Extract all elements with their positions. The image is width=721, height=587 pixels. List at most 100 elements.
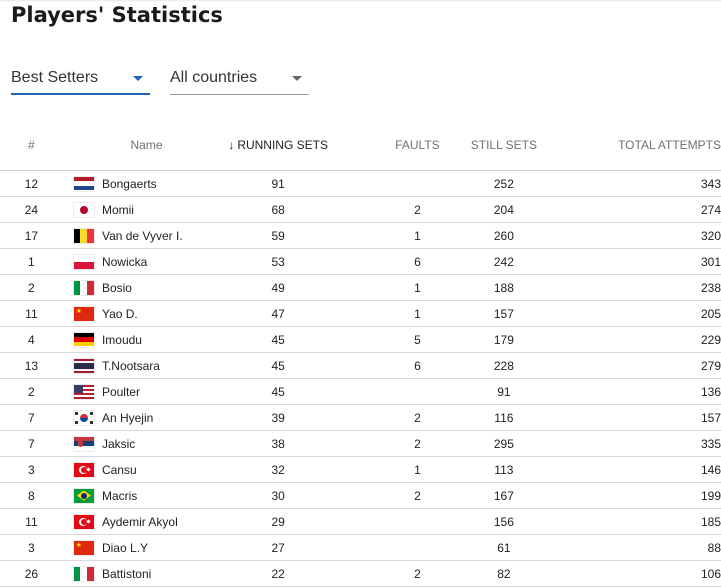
still-sets-cell: 204 [439, 196, 569, 223]
table-row[interactable]: 2 Poulter 45 91 136 [0, 378, 721, 405]
metric-select-value: Best Setters [11, 69, 99, 86]
page-title: Players' Statistics [11, 3, 223, 27]
faults-cell [365, 534, 440, 561]
faults-cell: 1 [365, 300, 440, 327]
still-sets-cell: 260 [439, 222, 569, 249]
faults-cell [365, 378, 440, 405]
table-row[interactable]: 26 Battistoni 22 2 82 106 [0, 560, 721, 587]
total-attempts-cell: 320 [568, 222, 721, 249]
rank-cell: 3 [0, 534, 63, 561]
table-row[interactable]: 1 Nowicka 53 6 242 301 [0, 248, 721, 275]
germany-flag-icon [62, 326, 102, 353]
player-name[interactable]: Bosio [101, 274, 192, 301]
col-header-total-attempts[interactable]: TOTAL ATTEMPTS [568, 120, 721, 171]
total-attempts-cell: 335 [568, 430, 721, 457]
china-flag-icon: ★ [62, 534, 102, 561]
table-row[interactable]: 13 T.Nootsara 45 6 228 279 [0, 352, 721, 379]
player-name[interactable]: Diao L.Y [101, 534, 192, 561]
japan-flag-icon [62, 196, 102, 223]
col-header-rank-label: # [28, 138, 35, 152]
player-name[interactable]: Van de Vyver I. [101, 222, 192, 249]
total-attempts-cell: 301 [568, 248, 721, 275]
total-attempts-cell: 229 [568, 326, 721, 353]
table-row[interactable]: 8 Macris 30 2 167 199 [0, 482, 721, 509]
still-sets-cell: 157 [439, 300, 569, 327]
faults-cell: 1 [365, 456, 440, 483]
arrow-down-icon: ↓ [228, 138, 235, 152]
rank-cell: 1 [0, 248, 63, 275]
player-name[interactable]: Nowicka [101, 248, 192, 275]
table-row[interactable]: 12 Bongaerts 91 252 343 [0, 170, 721, 197]
rank-cell: 11 [0, 300, 63, 327]
total-attempts-cell: 238 [568, 274, 721, 301]
table-row[interactable]: 24 Momii 68 2 204 274 [0, 196, 721, 223]
table-row[interactable]: 2 Bosio 49 1 188 238 [0, 274, 721, 301]
country-select[interactable]: All countries [170, 66, 309, 95]
still-sets-cell: 82 [439, 560, 569, 587]
col-header-name[interactable]: Name [101, 120, 192, 171]
running-sets-cell: 32 [191, 456, 366, 483]
running-sets-cell: 45 [191, 352, 366, 379]
rank-cell: 24 [0, 196, 63, 223]
metric-select[interactable]: Best Setters [11, 66, 150, 95]
thailand-flag-icon [62, 352, 102, 379]
col-header-flag [62, 120, 102, 171]
rank-cell: 7 [0, 430, 63, 457]
col-header-faults[interactable]: FAULTS [365, 120, 440, 171]
table-row[interactable]: 3 ★ Diao L.Y 27 61 88 [0, 534, 721, 561]
col-header-running-sets-label: RUNNING SETS [237, 138, 328, 152]
table-row[interactable]: 3 Cansu 32 1 113 146 [0, 456, 721, 483]
faults-cell: 2 [365, 404, 440, 431]
table-row[interactable]: 11 Aydemir Akyol 29 156 185 [0, 508, 721, 535]
rank-cell: 17 [0, 222, 63, 249]
still-sets-cell: 179 [439, 326, 569, 353]
chevron-down-icon [133, 76, 143, 81]
table-header-row: # Name ↓ RUNNING SETS FAULTS STILL SETS T… [0, 120, 721, 171]
player-name[interactable]: Aydemir Akyol [101, 508, 192, 535]
rank-cell: 13 [0, 352, 63, 379]
running-sets-cell: 39 [191, 404, 366, 431]
faults-cell: 6 [365, 248, 440, 275]
player-name[interactable]: Poulter [101, 378, 192, 405]
player-name[interactable]: T.Nootsara [101, 352, 192, 379]
rank-cell: 26 [0, 560, 63, 587]
still-sets-cell: 295 [439, 430, 569, 457]
col-header-total-attempts-label: TOTAL ATTEMPTS [618, 138, 721, 152]
player-name[interactable]: Battistoni [101, 560, 192, 587]
brazil-flag-icon [62, 482, 102, 509]
player-name[interactable]: Yao D. [101, 300, 192, 327]
player-name[interactable]: Momii [101, 196, 192, 223]
col-header-still-sets[interactable]: STILL SETS [439, 120, 569, 171]
table-row[interactable]: 7 An Hyejin 39 2 116 157 [0, 404, 721, 431]
faults-cell: 1 [365, 274, 440, 301]
rank-cell: 2 [0, 378, 63, 405]
table-row[interactable]: 11 ★ Yao D. 47 1 157 205 [0, 300, 721, 327]
running-sets-cell: 45 [191, 378, 366, 405]
rank-cell: 4 [0, 326, 63, 353]
total-attempts-cell: 106 [568, 560, 721, 587]
rank-cell: 8 [0, 482, 63, 509]
running-sets-cell: 45 [191, 326, 366, 353]
player-name[interactable]: Jaksic [101, 430, 192, 457]
top-shadow [0, 0, 721, 2]
player-name[interactable]: Bongaerts [101, 170, 192, 197]
usa-flag-icon [62, 378, 102, 405]
table-row[interactable]: 4 Imoudu 45 5 179 229 [0, 326, 721, 353]
still-sets-cell: 252 [439, 170, 569, 197]
total-attempts-cell: 199 [568, 482, 721, 509]
player-name[interactable]: Macris [101, 482, 192, 509]
table-row[interactable]: 7 Jaksic 38 2 295 335 [0, 430, 721, 457]
col-header-running-sets[interactable]: ↓ RUNNING SETS [191, 120, 366, 171]
table-row[interactable]: 17 Van de Vyver I. 59 1 260 320 [0, 222, 721, 249]
col-header-rank[interactable]: # [0, 120, 63, 171]
italy-flag-icon [62, 274, 102, 301]
faults-cell: 6 [365, 352, 440, 379]
faults-cell: 2 [365, 560, 440, 587]
player-name[interactable]: Cansu [101, 456, 192, 483]
faults-cell: 1 [365, 222, 440, 249]
player-name[interactable]: An Hyejin [101, 404, 192, 431]
running-sets-cell: 22 [191, 560, 366, 587]
running-sets-cell: 38 [191, 430, 366, 457]
running-sets-cell: 53 [191, 248, 366, 275]
player-name[interactable]: Imoudu [101, 326, 192, 353]
